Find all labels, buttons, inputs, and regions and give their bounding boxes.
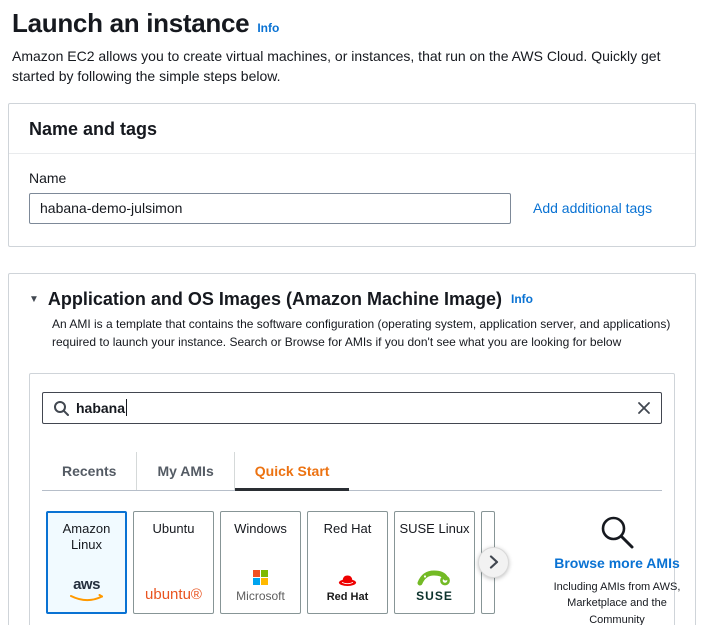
ami-card-ubuntu[interactable]: Ubuntu ubuntu® xyxy=(133,511,214,614)
name-field-label: Name xyxy=(29,170,675,186)
ami-card-amazon-linux[interactable]: Amazon Linux aws xyxy=(46,511,127,614)
search-icon xyxy=(53,400,69,416)
ami-section-description: An AMI is a template that contains the s… xyxy=(52,315,675,351)
tab-my-amis[interactable]: My AMIs xyxy=(136,452,233,490)
ami-search-input[interactable]: habana xyxy=(42,392,662,424)
ami-card-suse-linux[interactable]: SUSE Linux SUSE xyxy=(394,511,475,614)
page-title: Launch an instance xyxy=(12,8,249,39)
microsoft-logo-icon: Microsoft xyxy=(236,570,285,603)
ami-section-title: Application and OS Images (Amazon Machin… xyxy=(48,289,502,310)
ami-info-link[interactable]: Info xyxy=(511,292,533,306)
clear-search-button[interactable] xyxy=(637,401,651,415)
name-and-tags-card: Name and tags Name Add additional tags xyxy=(8,103,696,247)
page-info-link[interactable]: Info xyxy=(257,21,279,35)
page-header: Launch an instance Info Amazon EC2 allow… xyxy=(0,0,704,87)
carousel-next-button[interactable] xyxy=(478,547,509,578)
red-hat-logo-icon: Red Hat xyxy=(327,574,369,603)
ami-chooser-panel: habana Recents My AMIs Quick Start xyxy=(29,373,675,625)
tab-recents[interactable]: Recents xyxy=(42,452,136,490)
ubuntu-logo-icon: ubuntu® xyxy=(145,586,202,603)
launch-instance-page: Launch an instance Info Amazon EC2 allow… xyxy=(0,0,704,625)
aws-logo-icon: aws xyxy=(69,577,105,603)
ami-card-label: Ubuntu xyxy=(153,521,195,538)
ami-card-label: SUSE Linux xyxy=(399,521,469,538)
tab-quick-start[interactable]: Quick Start xyxy=(234,452,350,490)
ami-tabs: Recents My AMIs Quick Start xyxy=(42,452,662,491)
ami-cards-row: Amazon Linux aws Ubuntu ubuntu® xyxy=(42,511,662,625)
search-query-text: habana xyxy=(76,400,125,416)
name-input[interactable] xyxy=(29,193,511,224)
text-cursor xyxy=(126,399,127,416)
ami-card-red-hat[interactable]: Red Hat Red Hat xyxy=(307,511,388,614)
browse-more-amis-panel: Browse more AMIs Including AMIs from AWS… xyxy=(533,511,701,625)
ami-card-windows[interactable]: Windows Microsoft xyxy=(220,511,301,614)
add-additional-tags-link[interactable]: Add additional tags xyxy=(533,200,652,216)
browse-search-icon xyxy=(598,513,636,551)
ami-card-label: Windows xyxy=(234,521,287,538)
browse-more-amis-link[interactable]: Browse more AMIs xyxy=(554,555,680,571)
ami-section-card: ▼ Application and OS Images (Amazon Mach… xyxy=(8,273,696,625)
name-and-tags-title: Name and tags xyxy=(29,119,675,140)
ami-card-label: Red Hat xyxy=(324,521,372,538)
chevron-right-icon xyxy=(489,555,499,569)
browse-more-amis-subtitle: Including AMIs from AWS, Marketplace and… xyxy=(542,579,692,625)
suse-logo-icon: SUSE xyxy=(416,570,453,603)
page-description: Amazon EC2 allows you to create virtual … xyxy=(12,46,692,87)
collapse-caret-icon[interactable]: ▼ xyxy=(29,294,39,305)
ami-card-label: Amazon Linux xyxy=(51,521,122,555)
